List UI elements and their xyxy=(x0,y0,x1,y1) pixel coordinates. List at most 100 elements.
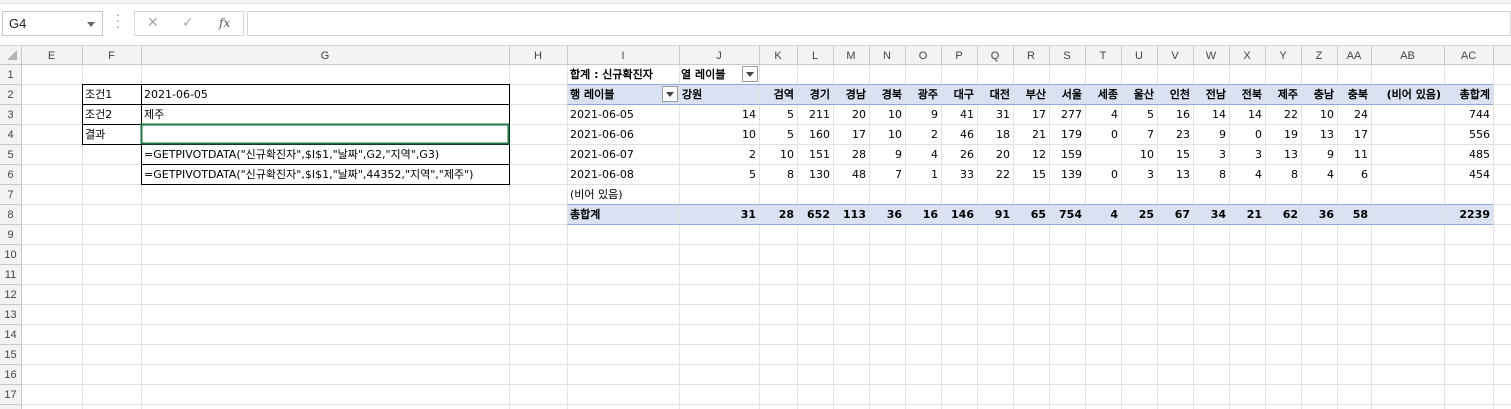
row-header-10[interactable]: 10 xyxy=(4,249,16,261)
pivot-value-cell[interactable]: 14 xyxy=(1248,108,1262,121)
row-header-11[interactable]: 11 xyxy=(5,269,16,281)
row-header-4[interactable]: 4 xyxy=(7,129,13,141)
insert-function-icon[interactable]: fx xyxy=(219,16,230,30)
pivot-value-cell[interactable]: 10 xyxy=(1140,148,1154,161)
pivot-value-cell[interactable]: 20 xyxy=(852,108,866,121)
column-header-r[interactable]: R xyxy=(1027,50,1035,62)
pivot-value-cell[interactable]: 744 xyxy=(1469,108,1490,121)
pivot-value-cell[interactable]: 17 xyxy=(1354,128,1368,141)
column-header-w[interactable]: W xyxy=(1206,50,1217,62)
column-header-q[interactable]: Q xyxy=(991,50,1000,62)
row-header-16[interactable]: 16 xyxy=(4,369,16,381)
row-header-1[interactable]: 1 xyxy=(7,69,13,81)
column-header-g[interactable]: G xyxy=(321,50,330,62)
pivot-value-cell[interactable]: 41 xyxy=(960,108,974,121)
pivot-value-cell[interactable]: 20 xyxy=(996,148,1010,161)
pivot-value-cell[interactable]: 10 xyxy=(1320,108,1334,121)
pivot-value-cell[interactable]: 10 xyxy=(888,108,902,121)
pivot-value-cell[interactable]: 18 xyxy=(996,128,1010,141)
pivot-value-cell[interactable]: 7 xyxy=(1147,128,1154,141)
row-header-2[interactable]: 2 xyxy=(7,89,13,101)
pivot-value-cell[interactable]: 5 xyxy=(787,108,794,121)
pivot-value-cell[interactable]: 13 xyxy=(1320,128,1334,141)
row-header-12[interactable]: 12 xyxy=(4,289,16,301)
pivot-value-cell[interactable]: 21 xyxy=(1032,128,1046,141)
pivot-total-cell[interactable]: 652 xyxy=(807,208,830,221)
more-options-icon[interactable]: · · · xyxy=(116,10,120,35)
column-header-l[interactable]: L xyxy=(812,50,818,62)
pivot-value-cell[interactable]: 4 xyxy=(931,148,938,161)
row-header-15[interactable]: 15 xyxy=(4,349,16,361)
column-header-k[interactable]: K xyxy=(774,50,782,62)
row-header-9[interactable]: 9 xyxy=(7,229,13,241)
pivot-value-cell[interactable]: 159 xyxy=(1061,148,1082,161)
row-header-8[interactable]: 8 xyxy=(7,209,13,221)
pivot-value-cell[interactable]: 15 xyxy=(1032,168,1046,181)
pivot-value-cell[interactable]: 454 xyxy=(1469,168,1490,181)
pivot-value-cell[interactable]: 2 xyxy=(749,148,756,161)
pivot-value-cell[interactable]: 9 xyxy=(1327,148,1334,161)
pivot-value-cell[interactable]: 6 xyxy=(1361,168,1368,181)
pivot-value-cell[interactable]: 2 xyxy=(931,128,938,141)
formula-text-1[interactable]: =GETPIVOTDATA("신규확진자",$I$1,"날짜",G2,"지역",… xyxy=(144,148,439,161)
row-header-13[interactable]: 13 xyxy=(4,309,16,321)
pivot-value-cell[interactable]: 33 xyxy=(960,168,974,181)
column-header-aa[interactable]: AA xyxy=(1347,50,1362,62)
row-header-3[interactable]: 3 xyxy=(7,109,13,121)
pivot-value-cell[interactable]: 277 xyxy=(1061,108,1082,121)
pivot-total-cell[interactable]: 58 xyxy=(1353,208,1368,221)
column-header-v[interactable]: V xyxy=(1171,50,1179,62)
pivot-value-cell[interactable]: 13 xyxy=(1284,148,1298,161)
pivot-total-cell[interactable]: 113 xyxy=(843,208,866,221)
condition2-value[interactable]: 제주 xyxy=(144,108,164,121)
column-header-z[interactable]: Z xyxy=(1316,50,1323,62)
pivot-value-cell[interactable]: 17 xyxy=(852,128,866,141)
pivot-total-cell[interactable]: 2239 xyxy=(1459,208,1490,221)
pivot-total-cell[interactable]: 36 xyxy=(1319,208,1335,221)
pivot-value-cell[interactable]: 15 xyxy=(1176,148,1190,161)
pivot-value-cell[interactable]: 13 xyxy=(1176,168,1190,181)
worksheet[interactable]: E F G H I J K L M N O P Q R S T U V W X Y Z AA AB AC 1 2 3 4 5 6 7 8 9 10 1… xyxy=(0,46,1511,409)
row-header-17[interactable]: 17 xyxy=(4,389,16,401)
column-header-ac[interactable]: AC xyxy=(1461,50,1476,62)
pivot-value-cell[interactable]: 139 xyxy=(1061,168,1082,181)
pivot-value-cell[interactable]: 23 xyxy=(1176,128,1190,141)
pivot-value-cell[interactable]: 8 xyxy=(1219,168,1226,181)
row-header-6[interactable]: 6 xyxy=(7,169,13,181)
pivot-total-cell[interactable]: 36 xyxy=(887,208,903,221)
pivot-value-cell[interactable]: 4 xyxy=(1255,168,1262,181)
pivot-value-cell[interactable]: 26 xyxy=(960,148,974,161)
column-header-x[interactable]: X xyxy=(1243,50,1251,62)
pivot-value-cell[interactable]: 4 xyxy=(1111,108,1118,121)
pivot-value-cell[interactable]: 14 xyxy=(742,108,756,121)
pivot-value-cell[interactable]: 10 xyxy=(780,148,794,161)
column-header-s[interactable]: S xyxy=(1063,50,1070,62)
pivot-value-cell[interactable]: 22 xyxy=(1284,108,1298,121)
column-header-f[interactable]: F xyxy=(108,50,115,62)
pivot-value-cell[interactable]: 160 xyxy=(809,128,830,141)
column-header-j[interactable]: J xyxy=(716,50,722,62)
cancel-icon[interactable]: ✕ xyxy=(147,15,159,31)
pivot-value-cell[interactable]: 17 xyxy=(1032,108,1046,121)
pivot-total-cell[interactable]: 34 xyxy=(1211,208,1227,221)
chevron-down-icon[interactable] xyxy=(87,22,95,27)
pivot-total-cell[interactable]: 16 xyxy=(923,208,939,221)
row-header-5[interactable]: 5 xyxy=(7,149,13,161)
row-header-14[interactable]: 14 xyxy=(4,329,16,341)
pivot-value-cell[interactable]: 3 xyxy=(1147,168,1154,181)
pivot-value-cell[interactable]: 10 xyxy=(888,128,902,141)
pivot-value-cell[interactable]: 9 xyxy=(895,148,902,161)
pivot-value-cell[interactable]: 4 xyxy=(1327,168,1334,181)
pivot-value-cell[interactable]: 19 xyxy=(1284,128,1298,141)
row-header-7[interactable]: 7 xyxy=(7,189,13,201)
column-header-e[interactable]: E xyxy=(48,50,55,62)
pivot-total-cell[interactable]: 67 xyxy=(1175,208,1190,221)
pivot-value-cell[interactable]: 3 xyxy=(1219,148,1226,161)
pivot-value-cell[interactable]: 179 xyxy=(1061,128,1082,141)
pivot-value-cell[interactable]: 46 xyxy=(960,128,974,141)
pivot-value-cell[interactable]: 24 xyxy=(1354,108,1368,121)
pivot-value-cell[interactable]: 151 xyxy=(809,148,830,161)
pivot-value-cell[interactable]: 8 xyxy=(787,168,794,181)
active-cell[interactable] xyxy=(140,123,510,145)
pivot-total-cell[interactable]: 31 xyxy=(741,208,756,221)
